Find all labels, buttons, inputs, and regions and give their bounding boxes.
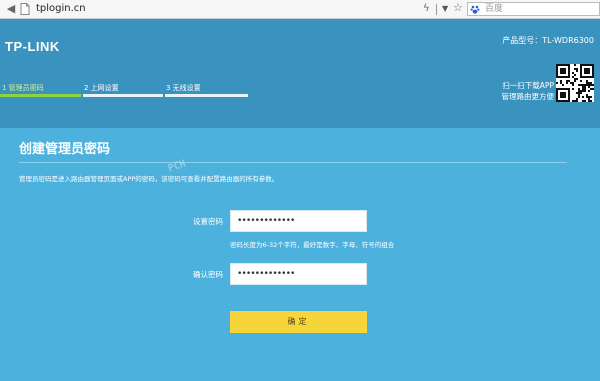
- page-icon: [20, 3, 30, 15]
- step-admin-password: 1 管理员密码: [2, 84, 44, 92]
- search-placeholder: 百度: [485, 4, 504, 14]
- star-icon[interactable]: ☆: [453, 1, 463, 15]
- lightning-icon[interactable]: ϟ: [423, 2, 430, 16]
- qr-code-icon: [556, 64, 594, 102]
- chevron-down-icon[interactable]: ▼: [442, 2, 448, 16]
- set-password-field[interactable]: •••••••••••••: [230, 210, 367, 232]
- set-password-label: 设置密码: [193, 217, 223, 226]
- confirm-password-field[interactable]: •••••••••••••: [230, 263, 367, 285]
- baidu-logo-icon: [470, 5, 480, 14]
- title-divider: [19, 162, 567, 163]
- url-address[interactable]: tplogin.cn: [36, 2, 86, 16]
- router-header: TP-LINK 产品型号：TL-WDR6300 扫一扫下载APP 管理路由更方便…: [0, 19, 600, 128]
- search-input[interactable]: 百度: [467, 2, 600, 16]
- step-wireless-settings: 3 无线设置: [166, 84, 201, 92]
- confirm-password-label: 确认密码: [193, 270, 223, 279]
- app-promo-subtext: 管理路由更方便: [501, 92, 555, 101]
- browser-toolbar: ◀ tplogin.cn ϟ ▼ ☆ 百度: [0, 0, 600, 19]
- confirm-button[interactable]: 确定: [230, 311, 367, 333]
- setup-progress-bar: [0, 94, 248, 97]
- progress-separator: [163, 92, 165, 99]
- page-title: 创建管理员密码: [19, 142, 111, 157]
- brand-logo: TP-LINK: [5, 39, 60, 54]
- product-model: 产品型号：TL-WDR6300: [502, 36, 594, 45]
- panel-description: 管理员密码是进入路由器管理页面或APP的密码，该密码可查看并配置路由器的所有参数…: [19, 175, 279, 183]
- password-hint: 密码长度为6-32个字符，最好是数字、字母、符号的组合: [230, 241, 395, 249]
- progress-separator: [81, 92, 83, 99]
- setup-progress-fill: [0, 94, 82, 97]
- app-promo-text: 扫一扫下载APP: [502, 81, 554, 90]
- back-arrow-icon[interactable]: ◀: [4, 2, 18, 16]
- step-internet-settings: 2 上网设置: [84, 84, 119, 92]
- create-password-panel: 创建管理员密码 管理员密码是进入路由器管理页面或APP的密码，该密码可查看并配置…: [0, 128, 600, 381]
- toolbar-divider: [436, 4, 437, 15]
